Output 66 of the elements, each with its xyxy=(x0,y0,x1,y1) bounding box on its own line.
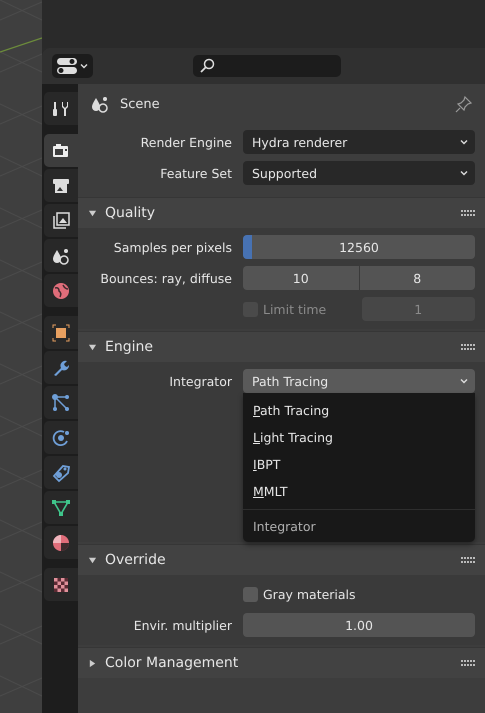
editor-type-button[interactable] xyxy=(52,54,93,78)
dropdown[interactable]: Supported xyxy=(243,161,475,185)
properties-tab[interactable] xyxy=(44,421,78,454)
properties-tab[interactable] xyxy=(44,239,78,272)
orbit-icon xyxy=(51,428,71,448)
drag-handle-icon[interactable] xyxy=(461,556,475,564)
connected-dots-icon xyxy=(51,392,71,412)
properties-tab[interactable] xyxy=(44,274,78,307)
caret-icon xyxy=(459,168,469,178)
panel-header[interactable]: Quality xyxy=(78,197,485,228)
menu-item[interactable]: Path Tracing xyxy=(243,397,475,424)
drag-handle-icon[interactable] xyxy=(461,659,475,667)
slider-field[interactable]: 12560 xyxy=(243,235,475,259)
menu-item[interactable]: MMLT xyxy=(243,478,475,505)
properties-tab[interactable] xyxy=(44,386,78,419)
triangle-mesh-icon xyxy=(51,498,71,518)
sphere-icon xyxy=(51,532,71,552)
field-label: Samples per pixels xyxy=(112,240,233,254)
properties-tab[interactable] xyxy=(44,456,78,489)
properties-tab[interactable] xyxy=(44,491,78,524)
checkbox[interactable] xyxy=(243,586,258,602)
square-icon xyxy=(51,322,71,342)
caret-icon xyxy=(459,376,469,386)
properties-tab[interactable] xyxy=(44,169,78,202)
drop-and-sphere-icon xyxy=(90,94,110,114)
number-field[interactable]: 1.00 xyxy=(243,613,475,637)
drag-handle-icon[interactable] xyxy=(461,343,475,351)
globe-icon xyxy=(51,280,71,300)
menu-title: Integrator xyxy=(253,518,316,534)
checkbox-label: Gray materials xyxy=(263,586,356,602)
properties-tab[interactable] xyxy=(44,204,78,237)
context-title: Scene xyxy=(120,96,161,112)
caret-icon xyxy=(459,137,469,147)
properties-tab[interactable] xyxy=(44,316,78,349)
number-field[interactable]: 10 xyxy=(243,266,358,290)
field-label: Integrator xyxy=(168,374,233,388)
expanded-triangle-icon xyxy=(88,208,97,218)
pin-icon[interactable] xyxy=(455,95,473,113)
collapsed-triangle-icon xyxy=(88,658,97,668)
dropdown[interactable]: Hydra renderer xyxy=(243,130,475,154)
properties-tab[interactable] xyxy=(44,568,78,601)
field-label: Envir. multiplier xyxy=(132,618,233,632)
expanded-triangle-icon xyxy=(88,342,97,352)
menu-item[interactable]: IBPT xyxy=(243,451,475,478)
number-field[interactable]: 8 xyxy=(360,266,475,290)
menu-item[interactable]: Light Tracing xyxy=(243,424,475,451)
drag-handle-icon[interactable] xyxy=(461,209,475,217)
stacked-images-icon xyxy=(51,210,71,230)
field-label: Bounces: ray, diffuse xyxy=(99,270,233,286)
properties-tab[interactable] xyxy=(44,526,78,559)
chain-link-icon xyxy=(51,462,71,482)
properties-tab[interactable] xyxy=(44,134,78,167)
dropdown[interactable]: Path Tracing xyxy=(243,369,475,393)
caret-icon xyxy=(79,61,89,71)
search-field[interactable] xyxy=(193,55,341,77)
panel-header[interactable]: Override xyxy=(78,544,485,575)
toggles-icon xyxy=(56,57,78,75)
panel-header[interactable]: Color Management xyxy=(78,647,485,678)
properties-tab[interactable] xyxy=(44,92,78,125)
checkbox-label: Limit time xyxy=(263,302,326,316)
field-label: Render Engine xyxy=(140,134,233,150)
expanded-triangle-icon xyxy=(88,556,97,564)
field-label: Feature Set xyxy=(159,166,233,180)
properties-tab[interactable] xyxy=(44,351,78,384)
search-icon xyxy=(199,58,215,74)
panel-header[interactable]: Engine xyxy=(78,331,485,362)
